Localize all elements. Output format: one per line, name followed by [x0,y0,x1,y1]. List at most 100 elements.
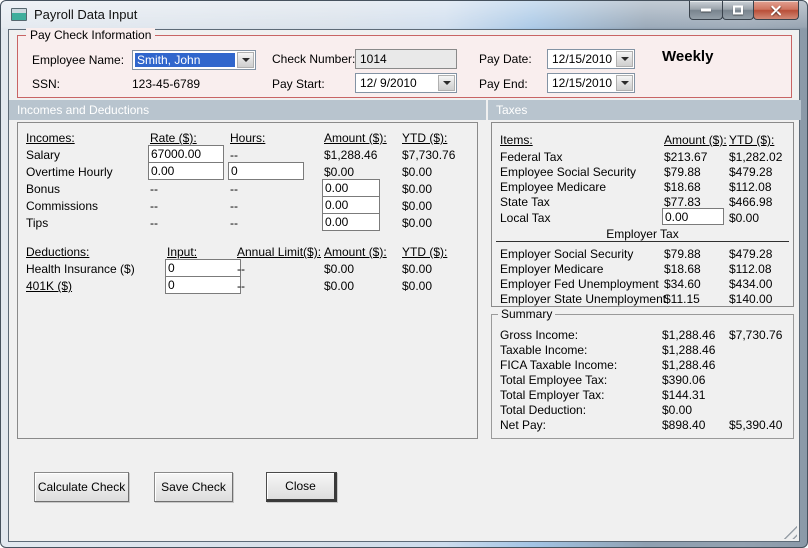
commissions-amount-input[interactable] [322,196,380,214]
commissions-label: Commissions [26,199,99,213]
employer-state-unemployment-ytd: $140.00 [729,292,773,306]
employee-ss-amount: $79.88 [664,165,701,179]
federal-tax-label: Federal Tax [500,150,563,164]
federal-tax-ytd: $1,282.02 [729,150,783,164]
pay-date-dropdown-icon[interactable] [616,51,633,67]
bonus-amount-input[interactable] [322,179,380,197]
tips-ytd: $0.00 [402,216,433,230]
employer-medicare-ytd: $112.08 [729,262,772,276]
employee-medicare-label: Employee Medicare [500,180,607,194]
overtime-ytd: $0.00 [402,165,433,179]
deduction-amount-col-header: Amount ($): [324,245,387,259]
state-tax-label: State Tax [500,195,550,209]
bonus-ytd: $0.00 [402,182,433,196]
ssn-value: 123-45-6789 [132,77,201,91]
employer-medicare-amount: $18.68 [664,262,701,276]
incomes-deductions-box: Incomes: Rate ($): Hours: Amount ($): YT… [17,122,478,439]
total-deduction-amount: $0.00 [662,403,693,417]
pay-start-picker[interactable]: 12/ 9/2010 [355,73,457,93]
hours-col-header: Hours: [230,131,266,145]
calculate-check-button[interactable]: Calculate Check [34,472,129,502]
pay-date-value: 12/15/2010 [552,52,613,66]
titlebar[interactable]: Payroll Data Input [1,1,807,29]
summary-groupbox: Summary Gross Income: $1,288.46 $7,730.7… [491,307,794,439]
taxes-box: Items: Amount ($): YTD ($): Federal Tax … [491,122,794,307]
salary-rate-input[interactable] [148,145,224,163]
payroll-window: Payroll Data Input Pay Check Information… [0,0,808,548]
close-window-button[interactable] [753,1,799,20]
pay-date-label: Pay Date: [479,52,532,66]
overtime-rate-input[interactable] [148,162,224,180]
deduction-401k-link[interactable]: 401K ($) [26,279,72,293]
fica-taxable-income-label: FICA Taxable Income: [500,358,618,372]
summary-legend: Summary [498,307,556,321]
tips-hours: -- [230,216,238,230]
minimize-button[interactable] [689,1,723,20]
annual-limit-col-header: Annual Limit($): [237,245,322,259]
tax-amount-col-header: Amount ($): [664,133,727,147]
close-icon [771,5,782,16]
check-number-label: Check Number: [272,52,356,66]
total-employer-tax-label: Total Employer Tax: [500,388,605,402]
commissions-rate: -- [150,199,158,213]
federal-tax-amount: $213.67 [664,150,708,164]
employee-medicare-ytd: $112.08 [729,180,772,194]
overtime-hours-input[interactable] [228,162,304,180]
pay-end-dropdown-icon[interactable] [616,75,633,91]
app-icon [11,8,27,21]
health-insurance-ytd: $0.00 [402,262,433,276]
fica-taxable-income-amount: $1,288.46 [662,358,716,372]
pay-start-label: Pay Start: [272,77,325,91]
employee-name-dropdown-icon[interactable] [237,52,254,68]
pay-start-dropdown-icon[interactable] [438,75,455,91]
employee-ss-ytd: $479.28 [729,165,773,179]
resize-grip[interactable] [783,525,797,539]
employer-ss-amount: $79.88 [664,247,701,261]
deduction-401k-input[interactable] [165,276,241,294]
check-number-field[interactable]: 1014 [355,49,457,69]
health-insurance-label: Health Insurance ($) [26,262,135,276]
net-pay-amount: $898.40 [662,418,706,432]
total-employee-tax-amount: $390.06 [662,373,706,387]
amount-col-header: Amount ($): [324,131,387,145]
deduction-401k-limit: -- [237,279,245,293]
bonus-label: Bonus [26,182,61,196]
employer-ss-label: Employer Social Security [500,247,634,261]
save-check-button[interactable]: Save Check [154,472,233,502]
minimize-icon [701,8,711,12]
employer-state-unemployment-amount: $11.15 [664,292,700,306]
commissions-hours: -- [230,199,238,213]
employee-name-label: Employee Name: [32,53,125,67]
pay-end-value: 12/15/2010 [552,76,613,90]
tips-rate: -- [150,216,158,230]
gross-income-amount: $1,288.46 [662,328,716,342]
pay-end-picker[interactable]: 12/15/2010 [547,73,635,93]
employee-name-combobox[interactable]: Smith, John [132,50,256,70]
pay-start-value: 12/ 9/2010 [360,76,417,90]
health-insurance-amount: $0.00 [324,262,355,276]
bonus-hours: -- [230,182,238,196]
close-button[interactable]: Close [266,472,337,502]
pay-date-picker[interactable]: 12/15/2010 [547,49,635,69]
state-tax-ytd: $466.98 [729,195,773,209]
employer-medicare-label: Employer Medicare [500,262,604,276]
local-tax-ytd: $0.00 [729,211,760,225]
maximize-icon [733,5,743,15]
bonus-rate: -- [150,182,158,196]
local-tax-label: Local Tax [500,211,551,225]
tips-label: Tips [26,216,49,230]
tips-amount-input[interactable] [322,213,380,231]
ytd-col-header: YTD ($): [402,131,448,145]
health-insurance-input[interactable] [165,259,241,277]
employee-ss-label: Employee Social Security [500,165,637,179]
overtime-amount: $0.00 [324,165,355,179]
deductions-col-header: Deductions: [26,245,90,259]
window-title: Payroll Data Input [34,7,138,22]
employer-fed-unemployment-label: Employer Fed Unemployment [500,277,659,291]
deduction-ytd-col-header: YTD ($): [402,245,448,259]
local-tax-input[interactable] [662,208,724,225]
maximize-button[interactable] [722,1,754,20]
salary-amount: $1,288.46 [324,148,378,162]
deduction-401k-ytd: $0.00 [402,279,433,293]
employer-tax-divider [496,241,789,242]
